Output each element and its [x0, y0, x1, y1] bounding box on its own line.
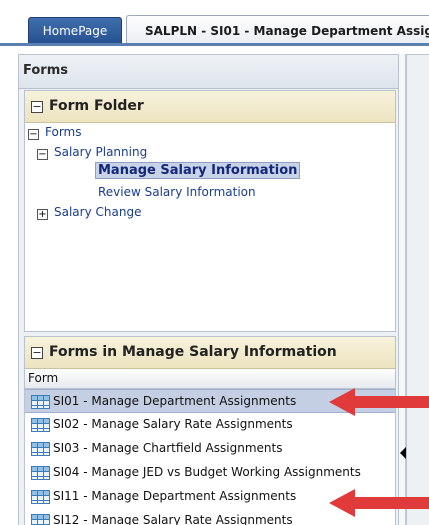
form-list-item-label: SI12 - Manage Salary Rate Assignments — [53, 513, 293, 525]
expand-plus-icon[interactable]: + — [37, 209, 48, 220]
forms-panel-title-text: Forms — [23, 63, 68, 78]
form-grid-icon — [31, 514, 50, 525]
tab-homepage[interactable]: HomePage — [28, 17, 122, 45]
tree-item-label: Forms — [45, 125, 82, 139]
form-grid-icon — [31, 466, 50, 480]
form-folder-title: Form Folder — [49, 98, 144, 114]
form-list-item[interactable]: SI04 - Manage JED vs Budget Working Assi… — [25, 461, 395, 485]
form-grid-icon — [31, 418, 50, 432]
red-arrow-annotation-icon — [329, 388, 429, 416]
form-folder-header[interactable]: − Form Folder — [25, 91, 395, 123]
content-pane-edge — [406, 54, 429, 525]
tree-item-label: Salary Change — [54, 205, 142, 219]
form-list-item-label: SI02 - Manage Salary Rate Assignments — [53, 417, 293, 431]
collapse-panel-arrow-icon[interactable] — [400, 447, 406, 459]
tree-item-salary-planning[interactable]: − Salary Planning — [37, 145, 147, 160]
form-grid-icon — [31, 395, 50, 409]
form-grid-icon — [31, 442, 50, 456]
tab-bar-divider — [0, 43, 429, 46]
form-folder-pane: − Form Folder − Forms − Salary Planning Man… — [24, 90, 396, 332]
form-list-item-label: SI04 - Manage JED vs Budget Working Assi… — [53, 465, 361, 479]
tree-item-label-selected: Manage Salary Information — [95, 162, 301, 179]
forms-in-folder-header[interactable]: − Forms in Manage Salary Information — [25, 337, 395, 369]
tree-item-label: Salary Planning — [54, 145, 148, 159]
collapse-minus-icon[interactable]: − — [31, 101, 43, 113]
tree-item-salary-change[interactable]: + Salary Change — [37, 205, 141, 220]
form-list-item-label: SI11 - Manage Department Assignments — [53, 489, 297, 503]
tree-item-review-salary-information[interactable]: Review Salary Information — [98, 185, 256, 199]
collapse-minus-icon[interactable]: − — [28, 129, 39, 140]
tree-item-manage-salary-information[interactable]: Manage Salary Information — [95, 162, 301, 179]
collapse-minus-icon[interactable]: − — [37, 149, 48, 160]
tree-item-forms[interactable]: − Forms — [28, 125, 81, 140]
form-grid-icon — [31, 490, 50, 504]
forms-panel-title: Forms — [19, 55, 398, 89]
form-list-item-label: SI03 - Manage Chartfield Assignments — [53, 441, 283, 455]
collapse-minus-icon[interactable]: − — [31, 347, 43, 359]
tree-item-label: Review Salary Information — [98, 185, 256, 199]
column-header-form[interactable]: Form — [25, 369, 395, 389]
tab-bar: HomePage SALPLN - SI01 - Manage Departme… — [0, 0, 429, 47]
forms-in-folder-title: Forms in Manage Salary Information — [49, 344, 337, 360]
form-list-item[interactable]: SI03 - Manage Chartfield Assignments — [25, 437, 395, 461]
tab-active-form[interactable]: SALPLN - SI01 - Manage Department Assign… — [126, 15, 429, 46]
form-list-item-label: SI01 - Manage Department Assignments — [53, 394, 297, 408]
red-arrow-annotation-icon — [329, 489, 429, 517]
